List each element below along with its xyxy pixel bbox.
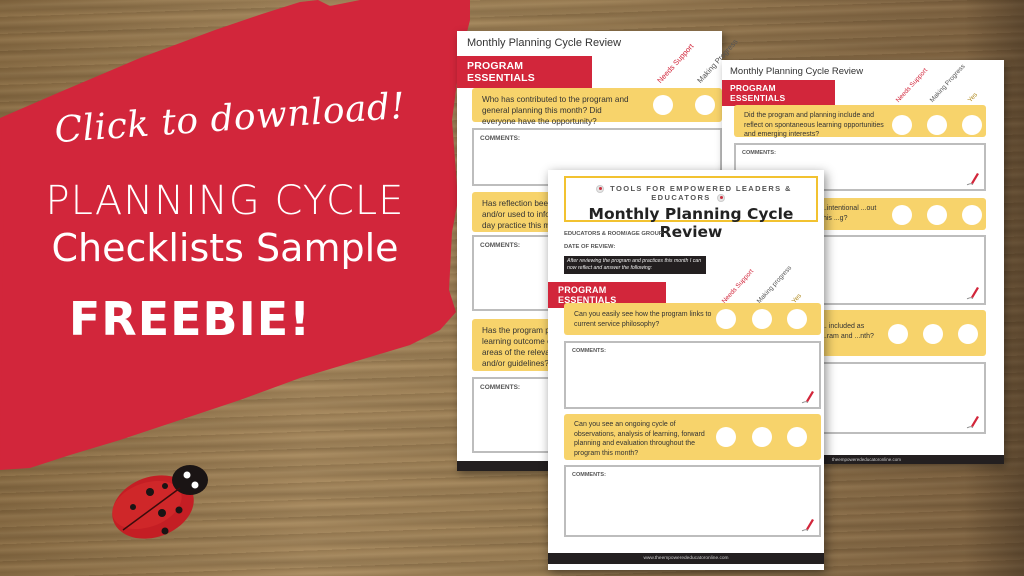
column-label-making-progress: Making Progress <box>928 63 967 104</box>
pencil-icon <box>966 416 979 429</box>
pencil-icon <box>966 287 979 300</box>
rating-making-progress[interactable] <box>752 427 772 447</box>
question-text: Did the program and planning include and… <box>744 112 884 138</box>
instruction-text: After reviewing the program and practice… <box>564 256 706 274</box>
rating-yes[interactable] <box>962 115 982 135</box>
comments-box[interactable] <box>817 362 986 434</box>
section-banner: PROGRAM ESSENTIALS <box>457 56 592 88</box>
question-text: Who has contributed to the program and g… <box>482 95 629 126</box>
rating-needs-support[interactable] <box>716 309 736 329</box>
header-tagline-row: TOOLS FOR EMPOWERED LEADERS & EDUCATORS <box>566 184 816 203</box>
page-footer-bar: www.theempowerededucatoronline.com <box>548 553 824 564</box>
header-tagline: TOOLS FOR EMPOWERED LEADERS & EDUCATORS <box>610 184 792 203</box>
comments-label: COMMENTS: <box>572 348 606 354</box>
rating-making-progress[interactable] <box>695 95 715 115</box>
comments-box[interactable]: COMMENTS: <box>564 341 821 409</box>
page-title: Monthly Planning Cycle Review <box>730 66 864 77</box>
question-row: Who has contributed to the program and g… <box>472 88 722 126</box>
rating-needs-support[interactable] <box>888 324 908 344</box>
question-row: Did the program and planning include and… <box>734 105 986 138</box>
headline-line1: PLANNING CYCLE <box>45 178 405 224</box>
comments-label: COMMENTS: <box>572 472 606 478</box>
section-banner: PROGRAM ESSENTIALS <box>722 80 835 106</box>
question-row: Can you easily see how the program links… <box>564 303 821 335</box>
rating-needs-support[interactable] <box>716 427 736 447</box>
comments-label: COMMENTS: <box>480 384 521 391</box>
column-label-making-progress: Making progress <box>755 264 794 305</box>
rating-needs-support[interactable] <box>892 205 912 225</box>
question-text: ...intentional ...out this ...g? <box>821 205 877 222</box>
column-label-needs-support: Needs Support <box>894 67 930 104</box>
logo-icon <box>596 185 605 194</box>
rating-needs-support[interactable] <box>892 115 912 135</box>
rating-making-progress[interactable] <box>923 324 943 344</box>
rating-making-progress[interactable] <box>752 309 772 329</box>
pencil-icon <box>966 173 979 186</box>
column-label-needs-support: Needs Support <box>655 41 696 85</box>
rating-yes[interactable] <box>787 427 807 447</box>
rating-needs-support[interactable] <box>653 95 673 115</box>
comments-label: COMMENTS: <box>480 242 521 249</box>
comments-box[interactable]: COMMENTS: <box>564 465 821 537</box>
rating-yes[interactable] <box>958 324 978 344</box>
worksheet-header: TOOLS FOR EMPOWERED LEADERS & EDUCATORS … <box>564 176 818 241</box>
headline-line2: Checklists Sample <box>51 226 399 270</box>
comments-label: COMMENTS: <box>480 135 521 142</box>
comments-box[interactable] <box>817 235 986 305</box>
pencil-icon <box>801 391 814 404</box>
field-date-of-review[interactable]: DATE OF REVIEW: <box>564 244 615 250</box>
rating-making-progress[interactable] <box>927 205 947 225</box>
comments-label: COMMENTS: <box>742 150 776 156</box>
column-label-yes: Yes <box>966 91 980 104</box>
logo-icon <box>716 194 725 203</box>
column-label-needs-support: Needs Support <box>720 268 756 305</box>
footer-url[interactable]: www.theempowerededucatoronline.com <box>643 556 728 561</box>
worksheet-page-front[interactable]: TOOLS FOR EMPOWERED LEADERS & EDUCATORS … <box>548 170 824 570</box>
field-educators-room-age-group[interactable]: EDUCATORS & ROOM/AGE GROUP: <box>564 231 665 237</box>
footer-url[interactable]: theempowerededucatoronline.com <box>832 457 901 462</box>
question-row: Can you see an ongoing cycle of observat… <box>564 414 821 460</box>
question-text: ... included as ...ram and ...nth? <box>821 323 874 340</box>
rating-yes[interactable] <box>962 205 982 225</box>
question-text: Can you see an ongoing cycle of observat… <box>574 421 705 457</box>
ladybug-icon <box>112 465 208 539</box>
question-text: Can you easily see how the program links… <box>574 311 712 328</box>
rating-yes[interactable] <box>787 309 807 329</box>
freebie-badge: FREEBIE! <box>68 292 312 346</box>
rating-making-progress[interactable] <box>927 115 947 135</box>
page-title: Monthly Planning Cycle Review <box>467 37 622 49</box>
pencil-icon <box>801 519 814 532</box>
page-footer-bar: theempowerededucatoronline.com <box>822 455 1004 464</box>
